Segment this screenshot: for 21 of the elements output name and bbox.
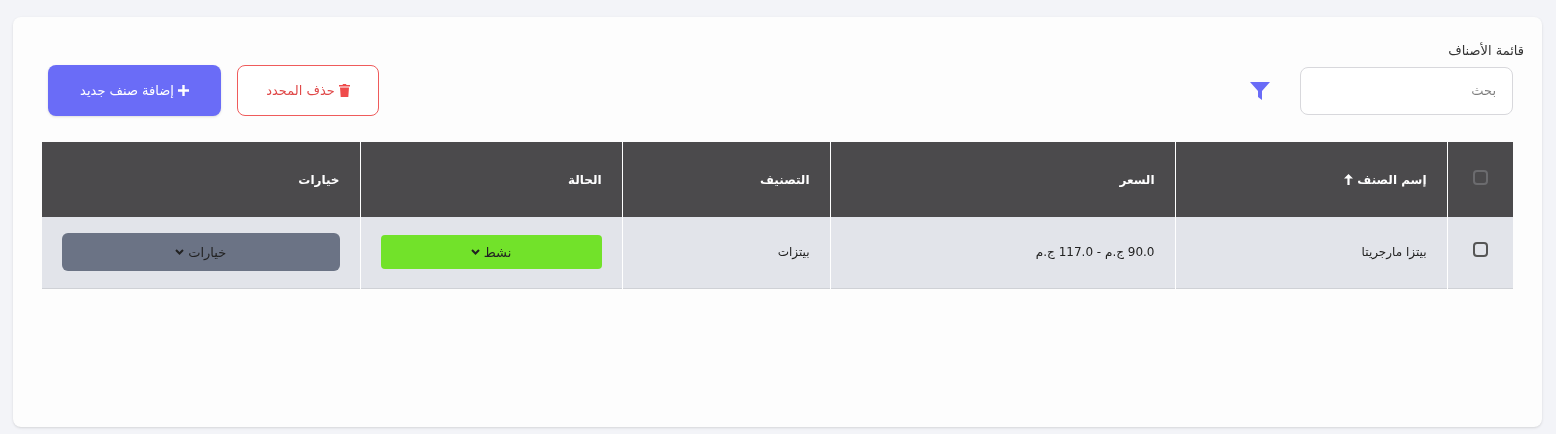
- column-header[interactable]: السعر: [1119, 170, 1155, 189]
- checkbox[interactable]: [1472, 242, 1488, 258]
- trash-icon: [338, 84, 350, 97]
- chevron-down-icon: [470, 249, 480, 256]
- column-header[interactable]: خيارات: [298, 170, 340, 189]
- column-header[interactable]: إسم الصنف: [1357, 170, 1427, 189]
- table-cell: بيتزات: [777, 245, 810, 260]
- add-item-button[interactable]: إضافة صنف جديد: [48, 65, 221, 116]
- table-cell: 90.0 ج.م - 117.0 ج.م: [1035, 245, 1155, 260]
- search-field[interactable]: بحث: [1300, 66, 1513, 115]
- status-dropdown[interactable]: نشط: [380, 235, 602, 270]
- plus-icon: [177, 85, 189, 96]
- chevron-down-icon: [175, 249, 185, 256]
- filter-icon[interactable]: [1250, 81, 1270, 100]
- column-header[interactable]: التصنيف: [760, 170, 810, 189]
- page-title: قائمة الأصناف: [1448, 41, 1524, 60]
- column-header[interactable]: الحالة: [567, 170, 602, 189]
- table-cell: بيتزا مارجريتا: [1361, 245, 1427, 260]
- sort-arrow-icon[interactable]: [1344, 174, 1354, 185]
- checkbox[interactable]: [1472, 169, 1488, 185]
- delete-selected-button[interactable]: حذف المحدد: [237, 65, 379, 116]
